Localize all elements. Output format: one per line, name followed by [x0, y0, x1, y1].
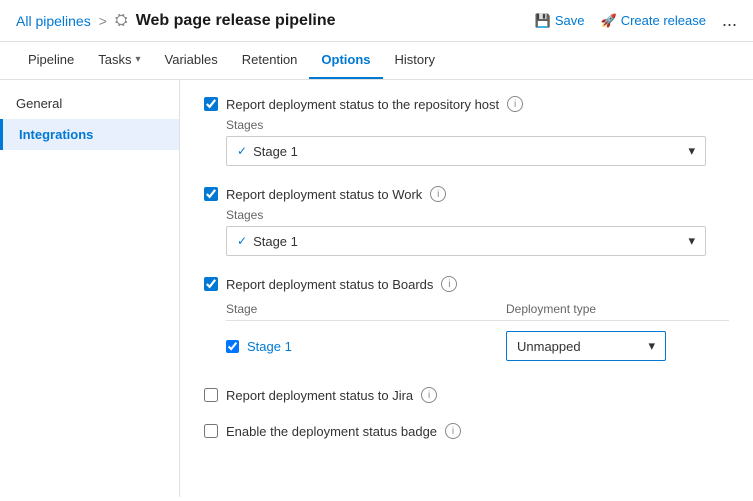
- label-badge: Enable the deployment status badge: [226, 424, 437, 439]
- rocket-icon: 🚀: [601, 13, 617, 29]
- save-icon: 💾: [535, 13, 551, 29]
- label-boards: Report deployment status to Boards: [226, 277, 433, 292]
- checkbox-badge[interactable]: [204, 424, 218, 438]
- info-icon-work[interactable]: i: [430, 186, 446, 202]
- main-layout: General Integrations Report deployment s…: [0, 80, 753, 497]
- tab-tasks[interactable]: Tasks ▾: [86, 42, 152, 79]
- boards-row-left: Stage 1: [226, 339, 506, 354]
- checkbox-jira[interactable]: [204, 388, 218, 402]
- breadcrumb-separator: >: [99, 13, 107, 29]
- pipeline-icon: ⛭: [115, 12, 128, 30]
- stages-dropdown-2[interactable]: ✓ Stage 1 ▾: [226, 226, 706, 256]
- chevron-down-icon-deployment: ▾: [648, 338, 655, 354]
- checkbox-row-work: Report deployment status to Work i: [204, 186, 729, 202]
- checkbox-row-repo-host: Report deployment status to the reposito…: [204, 96, 729, 112]
- tab-variables[interactable]: Variables: [153, 42, 230, 79]
- boards-col-stage: Stage: [226, 302, 506, 316]
- section-jira: Report deployment status to Jira i: [204, 387, 729, 403]
- sidebar-item-general[interactable]: General: [0, 88, 179, 119]
- section-repo-host: Report deployment status to the reposito…: [204, 96, 729, 166]
- checkbox-boards[interactable]: [204, 277, 218, 291]
- boards-row: Stage 1 Unmapped ▾: [226, 325, 729, 367]
- info-icon-jira[interactable]: i: [421, 387, 437, 403]
- check-mark-1: ✓: [237, 144, 247, 158]
- dropdown-left-2: ✓ Stage 1: [237, 234, 298, 249]
- label-repo-host: Report deployment status to the reposito…: [226, 97, 499, 112]
- sidebar-item-integrations[interactable]: Integrations: [0, 119, 179, 150]
- checkbox-row-boards: Report deployment status to Boards i: [204, 276, 729, 292]
- deployment-type-dropdown[interactable]: Unmapped ▾: [506, 331, 666, 361]
- create-release-button[interactable]: 🚀 Create release: [601, 13, 706, 29]
- info-icon-repo-host[interactable]: i: [507, 96, 523, 112]
- stages-label-2: Stages: [226, 208, 729, 222]
- top-bar-actions: 💾 Save 🚀 Create release ...: [535, 10, 737, 31]
- dropdown-left-1: ✓ Stage 1: [237, 144, 298, 159]
- sidebar: General Integrations: [0, 80, 180, 497]
- boards-header: Stage Deployment type: [226, 298, 729, 321]
- label-jira: Report deployment status to Jira: [226, 388, 413, 403]
- chevron-down-icon-2: ▾: [688, 233, 695, 249]
- info-icon-badge[interactable]: i: [445, 423, 461, 439]
- tab-options[interactable]: Options: [309, 42, 382, 79]
- boards-row-right: Unmapped ▾: [506, 331, 729, 361]
- stage1-name[interactable]: Stage 1: [247, 339, 292, 354]
- tab-retention[interactable]: Retention: [230, 42, 310, 79]
- label-work: Report deployment status to Work: [226, 187, 422, 202]
- checkbox-repo-host[interactable]: [204, 97, 218, 111]
- save-button[interactable]: 💾 Save: [535, 13, 585, 29]
- stages-label-1: Stages: [226, 118, 729, 132]
- dropdown-wrap-2: ✓ Stage 1 ▾: [226, 226, 729, 256]
- tasks-chevron-icon: ▾: [136, 54, 141, 65]
- content-area: Report deployment status to the reposito…: [180, 80, 753, 497]
- tab-pipeline[interactable]: Pipeline: [16, 42, 86, 79]
- boards-section: Stage Deployment type Stage 1 Unmapped ▾: [226, 298, 729, 367]
- section-work: Report deployment status to Work i Stage…: [204, 186, 729, 256]
- checkbox-row-badge: Enable the deployment status badge i: [204, 423, 729, 439]
- tab-history[interactable]: History: [383, 42, 447, 79]
- check-mark-2: ✓: [237, 234, 247, 248]
- chevron-down-icon-1: ▾: [688, 143, 695, 159]
- page-title: Web page release pipeline: [136, 12, 336, 30]
- checkbox-stage1[interactable]: [226, 340, 239, 353]
- checkbox-work[interactable]: [204, 187, 218, 201]
- info-icon-boards[interactable]: i: [441, 276, 457, 292]
- breadcrumb-all-pipelines[interactable]: All pipelines: [16, 13, 91, 29]
- nav-tabs: Pipeline Tasks ▾ Variables Retention Opt…: [0, 42, 753, 80]
- more-button[interactable]: ...: [722, 10, 737, 31]
- section-boards: Report deployment status to Boards i Sta…: [204, 276, 729, 367]
- stages-dropdown-1[interactable]: ✓ Stage 1 ▾: [226, 136, 706, 166]
- boards-col-deployment: Deployment type: [506, 302, 729, 316]
- section-badge: Enable the deployment status badge i: [204, 423, 729, 439]
- top-bar: All pipelines > ⛭ Web page release pipel…: [0, 0, 753, 42]
- dropdown-wrap-1: ✓ Stage 1 ▾: [226, 136, 729, 166]
- checkbox-row-jira: Report deployment status to Jira i: [204, 387, 729, 403]
